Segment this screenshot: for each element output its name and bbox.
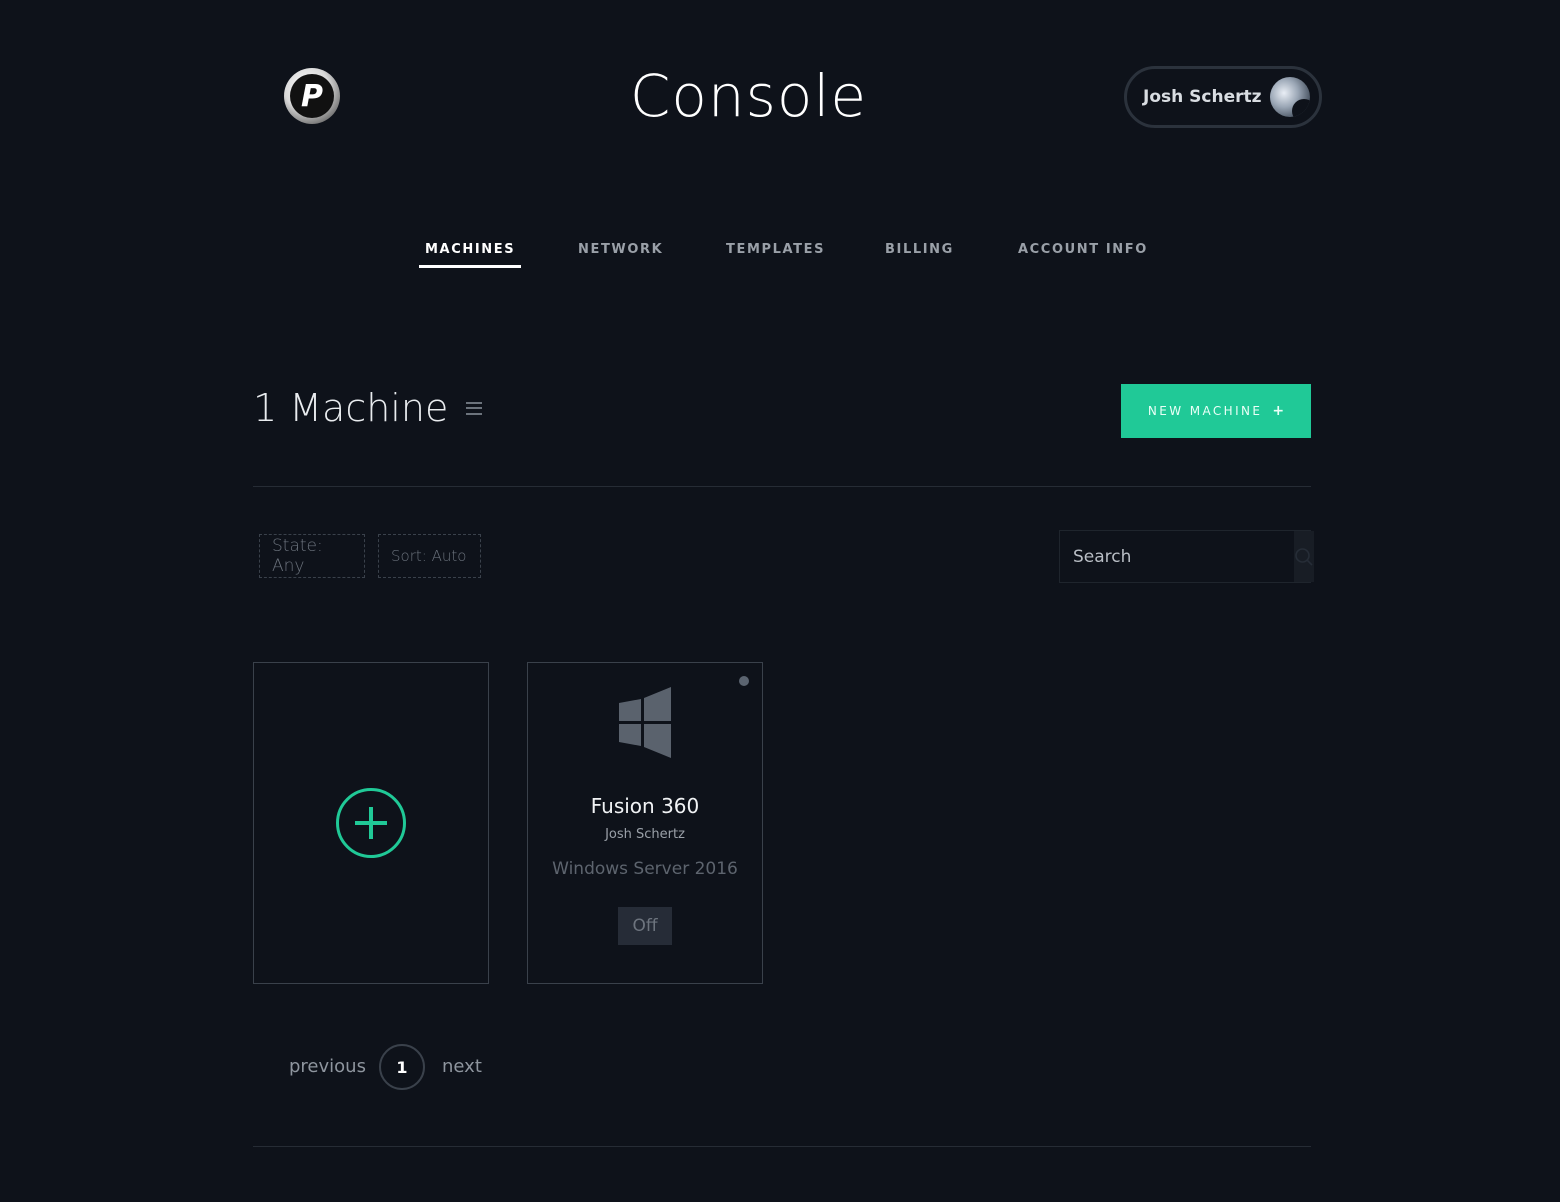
list-view-icon[interactable]	[466, 401, 483, 415]
machine-card[interactable]: Fusion 360 Josh Schertz Windows Server 2…	[527, 662, 763, 984]
state-filter[interactable]: State: Any	[259, 534, 365, 578]
machine-count-heading: 1 Machine	[253, 386, 483, 430]
user-name: Josh Schertz	[1143, 87, 1262, 107]
plus-icon: +	[1272, 403, 1285, 419]
machine-name: Fusion 360	[590, 794, 700, 818]
new-machine-label: NEW MACHINE	[1147, 404, 1263, 418]
avatar	[1270, 77, 1310, 117]
footer-divider	[253, 1146, 1311, 1147]
machine-count-label: 1 Machine	[253, 386, 449, 430]
status-dot	[739, 676, 749, 686]
tab-machines[interactable]: MACHINES	[419, 240, 522, 268]
machine-state-button[interactable]: Off	[618, 907, 672, 945]
add-machine-card[interactable]	[253, 662, 489, 984]
section-divider	[253, 486, 1311, 487]
search-box	[1059, 530, 1314, 583]
next-page-link[interactable]: next	[442, 1056, 482, 1077]
current-page[interactable]: 1	[379, 1044, 425, 1090]
main-nav: MACHINES NETWORK TEMPLATES BILLING ACCOU…	[0, 240, 1560, 272]
tab-network[interactable]: NETWORK	[572, 240, 669, 265]
machine-owner: Josh Schertz	[605, 827, 685, 842]
search-button[interactable]	[1294, 531, 1314, 582]
previous-page-link[interactable]: previous	[289, 1056, 366, 1077]
windows-icon	[619, 687, 671, 758]
tab-templates[interactable]: TEMPLATES	[720, 240, 831, 265]
new-machine-button[interactable]: NEW MACHINE +	[1121, 384, 1311, 438]
search-icon	[1295, 547, 1313, 566]
tab-billing[interactable]: BILLING	[879, 240, 960, 265]
machine-os: Windows Server 2016	[552, 859, 738, 879]
add-circle-icon	[336, 788, 406, 858]
sort-filter[interactable]: Sort: Auto	[378, 534, 481, 578]
user-menu-button[interactable]: Josh Schertz	[1124, 66, 1322, 128]
tab-account-info[interactable]: ACCOUNT INFO	[1012, 240, 1154, 265]
search-input[interactable]	[1060, 531, 1294, 582]
